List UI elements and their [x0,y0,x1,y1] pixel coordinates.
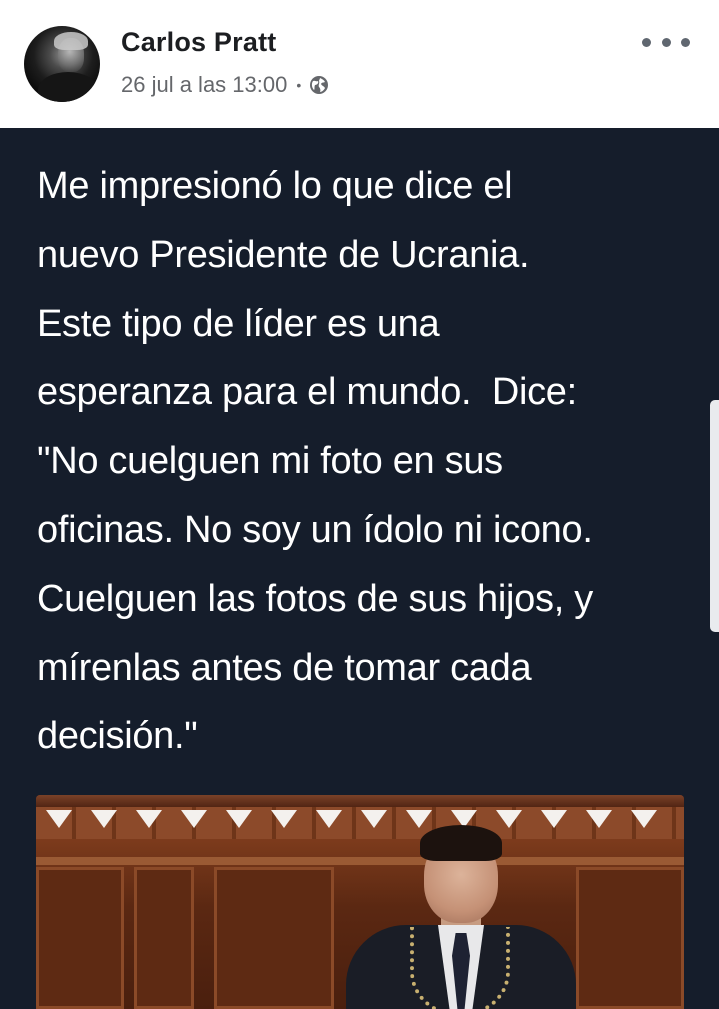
photo-triangle-ornament [46,810,72,828]
post-meta: 26 jul a las 13:00 • [121,72,329,98]
photo-wood-panel [36,867,124,1009]
photo-triangle-ornament [631,810,657,828]
avatar-hair [54,32,88,50]
ellipsis-dot [681,37,690,47]
more-options-button[interactable] [642,30,690,54]
post-header: Carlos Pratt 26 jul a las 13:00 • [0,0,719,128]
photo-hair [420,825,502,861]
photo-triangle-ornament [271,810,297,828]
ellipsis-dot [642,37,651,47]
globe-icon[interactable] [309,75,329,95]
post-text: Me impresionó lo que dice el nuevo Presi… [37,165,593,758]
author-name[interactable]: Carlos Pratt [121,27,276,58]
photo-chain [410,927,510,1009]
author-avatar[interactable] [24,26,100,102]
photo-triangle-ornament [136,810,162,828]
photo-triangle-ornament [226,810,252,828]
scrollbar[interactable] [710,400,719,632]
photo-wood-panel [134,867,194,1009]
post-timestamp[interactable]: 26 jul a las 13:00 [121,72,287,98]
avatar-shoulders [38,72,98,102]
photo-triangle-ornament [91,810,117,828]
meta-separator: • [296,77,302,93]
photo-triangle-ornament [586,810,612,828]
photo-triangle-ornament [181,810,207,828]
post-photo[interactable] [36,795,684,1009]
ellipsis-dot [661,37,671,47]
photo-triangle-ornament [316,810,342,828]
photo-person [346,815,576,1009]
photo-wood-panel [576,867,684,1009]
photo-wood-panel [214,867,334,1009]
